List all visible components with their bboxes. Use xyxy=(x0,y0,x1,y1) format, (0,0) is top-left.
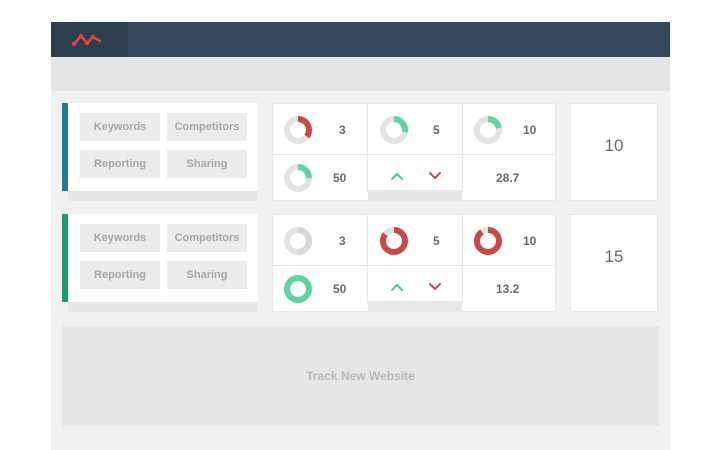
keywords-button[interactable]: Keywords xyxy=(80,113,160,141)
reporting-button[interactable]: Reporting xyxy=(80,261,160,289)
total-value: 15 xyxy=(604,247,624,266)
sub-toolbar xyxy=(51,57,670,91)
metric-cell[interactable]: 50 xyxy=(273,155,367,205)
chevron-down-icon[interactable] xyxy=(428,282,442,292)
metric-value: 3 xyxy=(339,234,346,248)
metric-value: 50 xyxy=(333,171,347,185)
average-value: 28.7 xyxy=(496,171,520,185)
donut-chart-icon xyxy=(284,116,312,144)
logo[interactable] xyxy=(51,22,128,57)
metric-cell[interactable]: 50 xyxy=(273,266,367,316)
donut-chart-icon xyxy=(474,227,502,255)
metric-value: 10 xyxy=(523,234,537,248)
reporting-button[interactable]: Reporting xyxy=(80,150,160,178)
total-panel[interactable]: 10 xyxy=(570,103,658,201)
metric-cell[interactable]: 10 xyxy=(463,104,557,154)
track-new-website-button[interactable]: Track New Website xyxy=(62,326,659,426)
donut-chart-icon xyxy=(284,164,312,192)
donut-chart-icon xyxy=(284,227,312,255)
metric-value: 3 xyxy=(339,123,346,137)
metric-value: 5 xyxy=(433,234,440,248)
actions-panel: Keywords Competitors Reporting Sharing xyxy=(68,214,258,312)
metric-cell[interactable]: 3 xyxy=(273,104,367,154)
sharing-button[interactable]: Sharing xyxy=(167,261,247,289)
metrics-panel: 3 5 10 50 28.7 xyxy=(272,103,556,201)
donut-chart-icon xyxy=(474,116,502,144)
metrics-panel: 3 5 10 50 13.2 xyxy=(272,214,556,312)
panel-footer xyxy=(368,190,462,200)
competitors-button[interactable]: Competitors xyxy=(167,224,247,252)
donut-arc xyxy=(284,275,312,303)
metric-cell[interactable]: 3 xyxy=(273,215,367,265)
top-bar xyxy=(51,22,670,57)
metric-value: 5 xyxy=(433,123,440,137)
actions-panel: Keywords Competitors Reporting Sharing xyxy=(68,103,258,201)
donut-arc xyxy=(474,227,502,255)
trend-line-icon xyxy=(71,33,102,47)
average-value: 13.2 xyxy=(496,282,520,296)
panel-footer xyxy=(368,301,462,311)
metric-cell[interactable]: 5 xyxy=(368,215,462,265)
donut-chart-icon xyxy=(284,275,312,303)
panel-footer xyxy=(68,191,258,201)
total-value: 10 xyxy=(604,136,624,155)
metric-cell[interactable]: 10 xyxy=(463,215,557,265)
keywords-button[interactable]: Keywords xyxy=(80,224,160,252)
total-panel[interactable]: 15 xyxy=(570,214,658,312)
donut-chart-icon xyxy=(380,227,408,255)
average-cell: 13.2 xyxy=(463,266,557,316)
donut-chart-icon xyxy=(380,116,408,144)
average-cell: 28.7 xyxy=(463,155,557,205)
app-window: Keywords Competitors Reporting Sharing 3… xyxy=(51,22,670,450)
competitors-button[interactable]: Competitors xyxy=(167,113,247,141)
panel-footer xyxy=(68,302,258,312)
sharing-button[interactable]: Sharing xyxy=(167,150,247,178)
metric-value: 50 xyxy=(333,282,347,296)
chevron-up-icon[interactable] xyxy=(390,282,404,292)
metric-cell[interactable]: 5 xyxy=(368,104,462,154)
chevron-down-icon[interactable] xyxy=(428,171,442,181)
metric-value: 10 xyxy=(523,123,537,137)
chevron-up-icon[interactable] xyxy=(390,171,404,181)
